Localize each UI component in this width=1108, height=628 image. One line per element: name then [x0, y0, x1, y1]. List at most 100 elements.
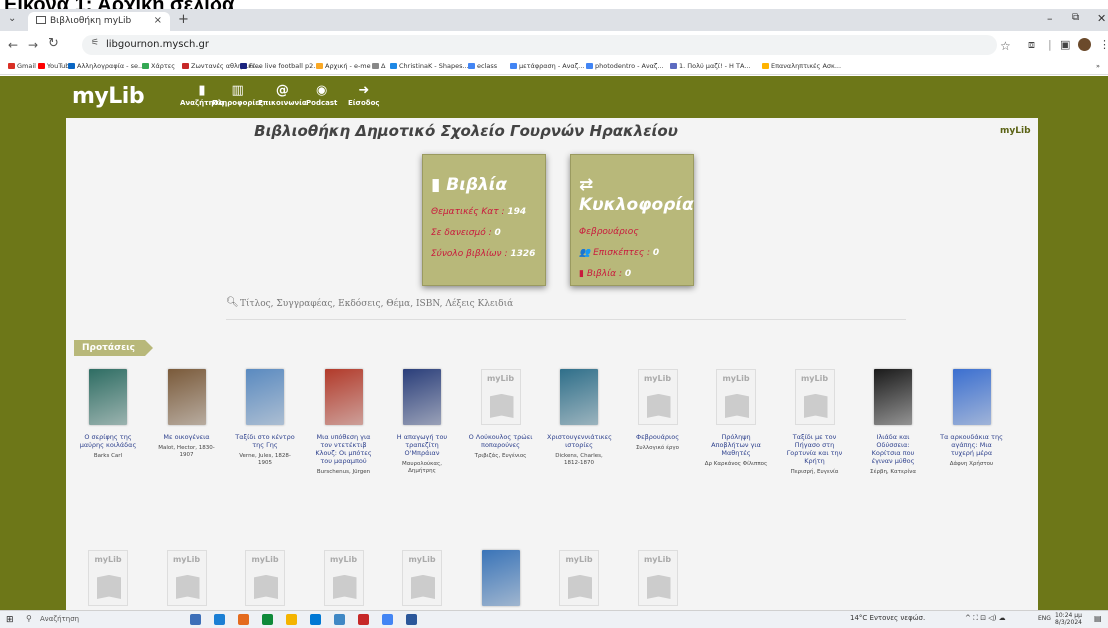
new-tab-button[interactable]: + — [178, 12, 189, 27]
windows-taskbar: ⊞ ⚲ Αναζήτηση 14°C Εντονες νεφώσ. ^ ⛶ ⊡ … — [0, 610, 1108, 628]
bookmark-item[interactable]: Αλληλογραφία - se... — [68, 62, 144, 70]
browser-menu-icon[interactable]: ⋮ — [1099, 38, 1108, 51]
book-card[interactable] — [469, 550, 533, 606]
book-card[interactable]: myLib — [626, 550, 690, 606]
window-minimize-button[interactable]: – — [1047, 12, 1053, 25]
book-title[interactable]: Με οικογένεια — [155, 433, 219, 441]
book-card[interactable]: myLib Φεβρουάριος Συλλογικό έργο — [626, 369, 690, 452]
book-title[interactable]: Ο σερίφης της μαύρης κοιλάδας — [76, 433, 140, 449]
nav-login[interactable]: ➜ Είσοδος — [348, 84, 380, 107]
taskbar-app-icon[interactable] — [358, 614, 369, 625]
taskbar-app-icon[interactable] — [262, 614, 273, 625]
book-card[interactable]: Τα αρκουδάκια της αγάπης: Μια τυχερή μέρ… — [940, 369, 1004, 468]
forward-icon[interactable]: → — [28, 38, 38, 52]
book-title[interactable]: Ταξίδι με τον Πήγασο στη Γορτυνία και τη… — [783, 433, 847, 465]
language-indicator[interactable]: ENG — [1038, 615, 1051, 622]
browser-tab[interactable]: Βιβλιοθήκη myLib × — [28, 12, 170, 31]
taskbar-app-icon[interactable] — [406, 614, 417, 625]
book-card[interactable]: myLib — [547, 550, 611, 606]
clock-time: 10:24 μμ — [1055, 612, 1082, 619]
book-title[interactable]: Ιλιάδα και Οδύσσεια: Κορίτσια που έγιναν… — [861, 433, 925, 465]
book-title[interactable]: Ταξίδι στο κέντρο της Γης — [233, 433, 297, 449]
book-title[interactable]: Τα αρκουδάκια της αγάπης: Μια τυχερή μέρ… — [940, 433, 1004, 457]
book-card[interactable]: Χριστουγεννιάτικες ιστορίες Dickens, Char… — [547, 369, 612, 467]
book-card[interactable]: myLib — [312, 550, 376, 606]
bookmark-favicon-icon — [68, 63, 75, 69]
search-icon: ⚲ — [26, 614, 32, 623]
tab-close-button[interactable]: × — [154, 15, 162, 26]
taskbar-app-icon[interactable] — [310, 614, 321, 625]
bookmark-item[interactable]: photodentro - Αναζ... — [586, 62, 664, 70]
taskbar-app-icon[interactable] — [238, 614, 249, 625]
weather-widget[interactable]: 14°C Εντονες νεφώσ. — [850, 614, 925, 622]
bookmark-favicon-icon — [316, 63, 323, 69]
book-card[interactable]: myLib — [390, 550, 454, 606]
nav-contact[interactable]: @ Επικοινωνία — [258, 84, 307, 107]
book-title[interactable]: Πρόληψη Αποβλήτων για Μαθητές — [704, 433, 768, 457]
bookmark-item[interactable]: Free live football p2... — [240, 62, 319, 70]
book-card[interactable]: myLib — [155, 550, 219, 606]
book-card[interactable]: myLib — [233, 550, 297, 606]
bookmark-item[interactable]: ChristinaK - Shapes... — [390, 62, 469, 70]
taskbar-app-icon[interactable] — [334, 614, 345, 625]
bookmark-item[interactable]: eclass — [468, 62, 497, 70]
book-card[interactable]: Ταξίδι στο κέντρο της Γης Verne, Jules, 1… — [233, 369, 297, 467]
open-book-icon — [489, 394, 514, 418]
reload-icon[interactable]: ↻ — [48, 36, 59, 51]
nav-info[interactable]: ▥ Πληροφορίες — [212, 84, 263, 107]
sidepanel-icon[interactable]: ▣ — [1060, 38, 1070, 51]
book-title[interactable]: Φεβρουάριος — [626, 433, 690, 441]
taskbar-app-icon[interactable] — [382, 614, 393, 625]
podcast-icon: ◉ — [316, 83, 328, 98]
book-card[interactable]: myLib Ταξίδι με τον Πήγασο στη Γορτυνία κ… — [783, 369, 847, 476]
system-tray[interactable]: ^ ⛶ ⊡ ◁) ☁ — [965, 614, 1006, 623]
book-card[interactable]: Με οικογένεια Malot, Hector, 1830-1907 — [155, 369, 219, 459]
book-card[interactable]: Ο σερίφης της μαύρης κοιλάδας Barks Carl — [76, 369, 140, 460]
taskbar-clock[interactable]: 10:24 μμ 8/3/2024 — [1055, 612, 1082, 626]
url-field[interactable]: ⚟ libgournon.mysch.gr — [82, 35, 997, 55]
taskbar-app-icon[interactable] — [214, 614, 225, 625]
bookmark-item[interactable]: 1. Πολύ μαζί! - Η ΤΑ... — [670, 62, 751, 70]
tab-search-button[interactable]: ⌄ — [8, 13, 16, 24]
login-icon: ➜ — [358, 83, 370, 98]
window-close-button[interactable]: ✕ — [1097, 12, 1106, 25]
nav-podcast[interactable]: ◉ Podcast — [306, 84, 337, 107]
bookmark-item[interactable]: μετάφραση - Αναζ... — [510, 62, 584, 70]
window-maximize-button[interactable]: ⧉ — [1072, 12, 1079, 23]
bookmark-item[interactable]: Επαναληπτικές Ασκ... — [762, 62, 841, 70]
book-title[interactable]: Η απαγωγή του τραπεζίτη Ο'Μπράιαν — [390, 433, 454, 457]
site-info-icon[interactable]: ⚟ — [91, 38, 99, 48]
bookmark-favicon-icon — [510, 63, 517, 69]
search-icon: 🔍︎ — [226, 297, 239, 308]
bookmark-item[interactable]: Δ — [372, 62, 385, 70]
bookmark-item[interactable]: Χάρτες — [142, 62, 175, 70]
taskbar-app-icon[interactable] — [286, 614, 297, 625]
book-card[interactable]: Η απαγωγή του τραπεζίτη Ο'Μπράιαν Μαυρολο… — [390, 369, 454, 475]
notifications-icon[interactable]: ▤ — [1094, 614, 1102, 623]
more-bookmarks-button[interactable]: » — [1096, 62, 1100, 70]
book-title[interactable]: Μια υπόθεση για τον ντετέκτιβ Κλουζ: Οι … — [312, 433, 376, 465]
placeholder-cover: myLib — [480, 369, 521, 425]
taskbar-search[interactable]: ⚲ Αναζήτηση — [24, 613, 154, 627]
bookmark-item[interactable]: Gmail — [8, 62, 36, 70]
book-card[interactable]: Μια υπόθεση για τον ντετέκτιβ Κλουζ: Οι … — [312, 369, 376, 476]
windows-start-icon[interactable]: ⊞ — [6, 615, 14, 625]
book-card[interactable]: Ιλιάδα και Οδύσσεια: Κορίτσια που έγιναν… — [861, 369, 925, 476]
bookmark-favicon-icon — [8, 63, 15, 69]
book-card[interactable]: myLib — [76, 550, 140, 606]
book-title[interactable]: Ο Λούκουλος τρώει ποπαρούνες — [469, 433, 533, 449]
bookmark-star-icon[interactable]: ☆ — [1000, 39, 1011, 53]
book-card[interactable]: myLib Πρόληψη Αποβλήτων για Μαθητές Δρ Καρ… — [704, 369, 768, 468]
extensions-icon[interactable]: ⧈ — [1028, 38, 1035, 52]
book-card[interactable]: myLib Ο Λούκουλος τρώει ποπαρούνες Τριβιζά… — [469, 369, 533, 460]
profile-avatar[interactable] — [1078, 38, 1091, 51]
catalog-search-input[interactable]: 🔍︎ Τίτλος, Συγγραφέας, Εκδόσεις, Θέμα, I… — [226, 297, 906, 320]
book-author: Συλλογικό έργο — [635, 445, 680, 451]
book-title[interactable]: Χριστουγεννιάτικες ιστορίες — [547, 433, 612, 449]
back-icon[interactable]: ← — [8, 38, 18, 52]
book-cover — [874, 369, 912, 425]
bookmark-item[interactable]: Αρχική - e-me — [316, 62, 371, 70]
taskbar-app-icon[interactable] — [190, 614, 201, 625]
site-logo[interactable]: myLib — [72, 84, 145, 109]
site-content: Βιβλιοθήκη Δημοτικό Σχολείο Γουρνών Ηρακ… — [66, 118, 1038, 610]
